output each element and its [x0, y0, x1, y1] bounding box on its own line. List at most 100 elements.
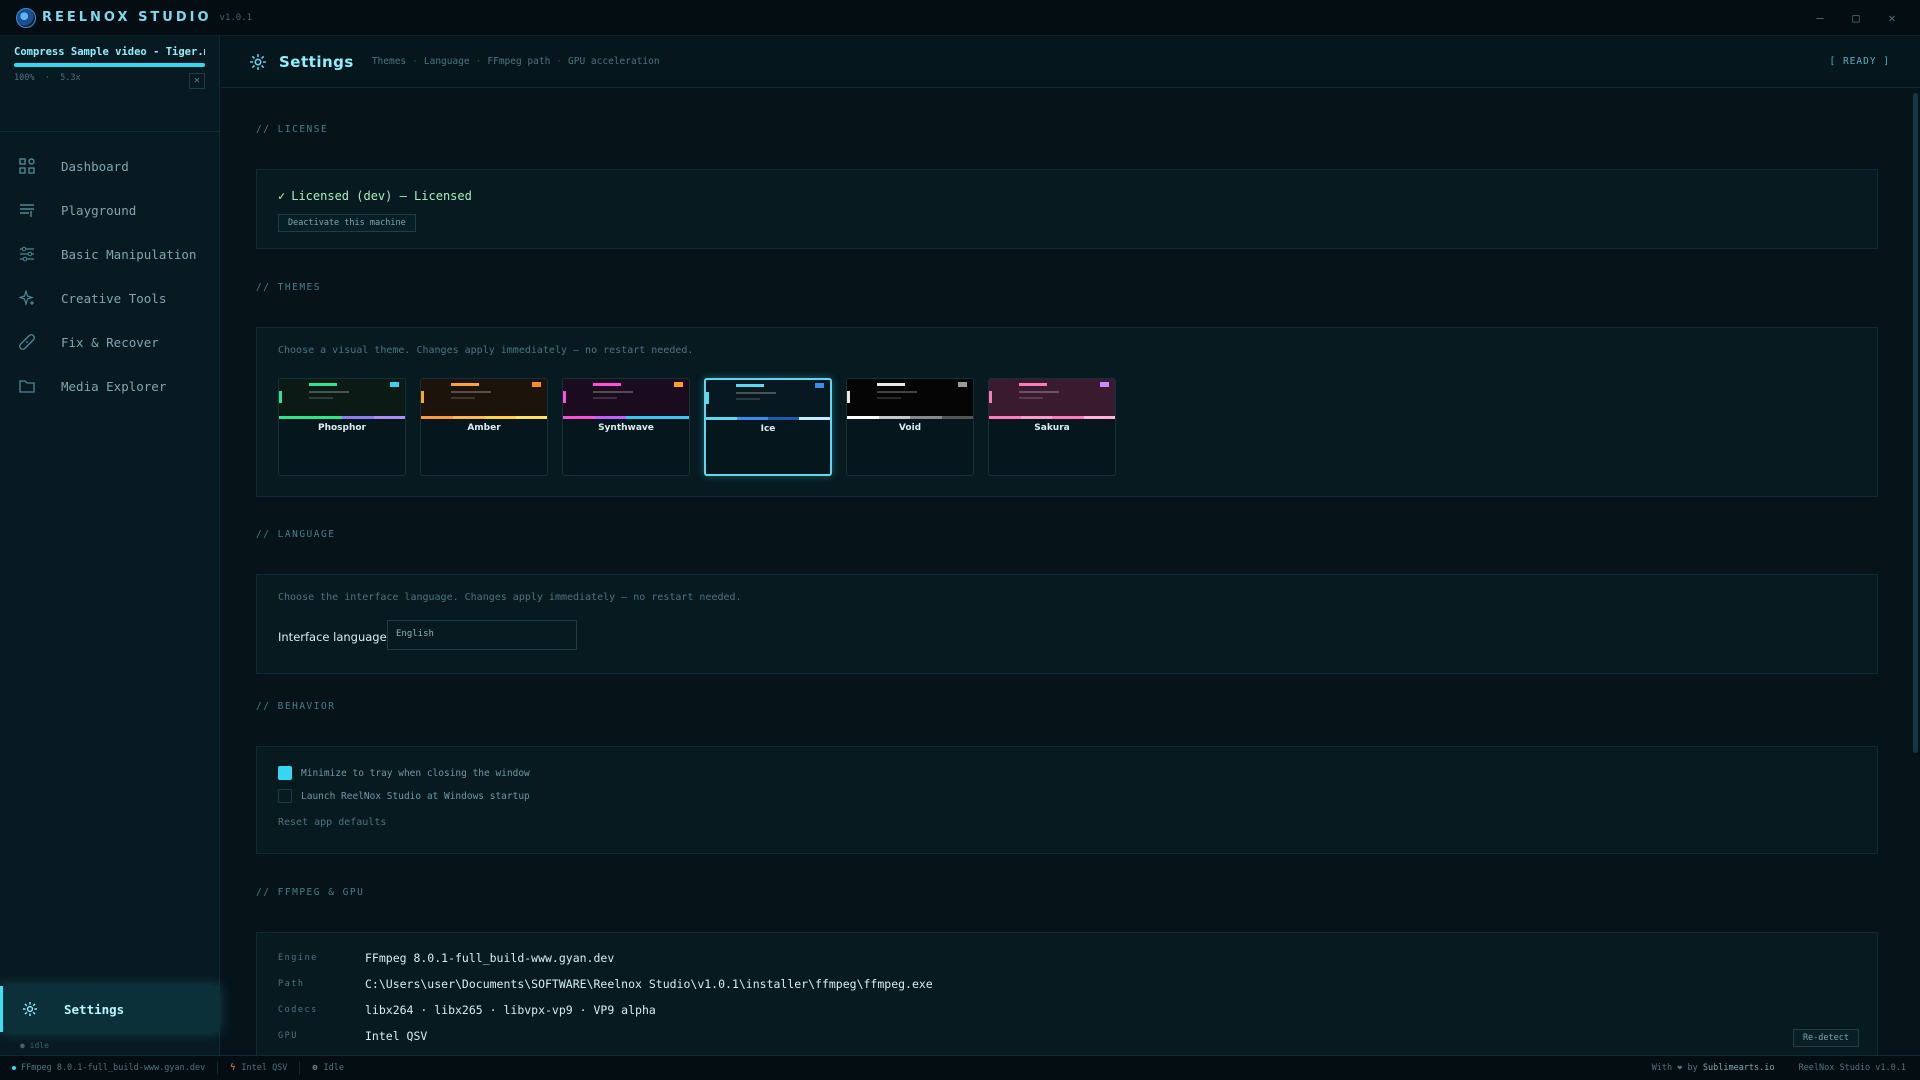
- behavior-card: Minimize to tray when closing the window…: [256, 746, 1878, 854]
- theme-card-ice[interactable]: Ice: [704, 378, 832, 476]
- theme-preview-line: [877, 397, 901, 399]
- theme-preview-badge: [958, 382, 967, 387]
- stripe-segment: [847, 416, 879, 419]
- theme-card-phosphor[interactable]: Phosphor: [278, 378, 406, 476]
- theme-preview-line: [877, 391, 917, 393]
- theme-card-amber[interactable]: Amber: [420, 378, 548, 476]
- ffmpeg-card: Engine FFmpeg 8.0.1-full_build-www.gyan.…: [256, 932, 1878, 1055]
- stripe-segment: [768, 417, 799, 420]
- theme-preview-badge: [674, 382, 683, 387]
- credit-prefix: With ❤ by: [1651, 1063, 1698, 1073]
- sidebar-item-label: Fix & Recover: [61, 334, 159, 350]
- statusbar-ffmpeg-text: FFmpeg 8.0.1-full_build-www.gyan.dev: [21, 1063, 206, 1073]
- stripe-segment: [910, 416, 942, 419]
- stripe-segment: [706, 417, 737, 420]
- codecs-key: Codecs: [278, 1005, 318, 1015]
- theme-card-synthwave[interactable]: Synthwave: [562, 378, 690, 476]
- sidebar-item-label: Dashboard: [61, 158, 129, 174]
- job-cancel-button[interactable]: ✕: [189, 73, 205, 89]
- gear-icon: [249, 53, 267, 71]
- theme-preview-accent: [563, 391, 566, 403]
- theme-preview-line: [1019, 397, 1043, 399]
- sparkle-icon: [18, 289, 36, 307]
- bolt-icon: ϟ: [230, 1063, 236, 1073]
- launch-at-startup-checkbox[interactable]: [278, 789, 292, 803]
- theme-name: Phosphor: [317, 423, 366, 433]
- theme-preview-line: [451, 391, 491, 393]
- idle-indicator: ● idle: [20, 1041, 49, 1050]
- grid-icon: [18, 157, 36, 175]
- theme-preview: [989, 379, 1115, 419]
- theme-card-sakura[interactable]: Sakura: [988, 378, 1116, 476]
- sidebar-item-dashboard[interactable]: Dashboard: [0, 144, 219, 188]
- breadcrumb-themes[interactable]: Themes: [372, 56, 406, 67]
- reset-defaults-link[interactable]: Reset app defaults: [278, 817, 386, 828]
- language-card: Choose the interface language. Changes a…: [256, 574, 1878, 674]
- scrollbar-thumb[interactable]: [1913, 93, 1918, 753]
- theme-name: Void: [898, 423, 922, 433]
- theme-preview-badge: [1100, 382, 1109, 387]
- theme-preview-stripe: [706, 417, 830, 420]
- theme-preview-line: [593, 397, 617, 399]
- close-window-button[interactable]: ✕: [1874, 11, 1910, 25]
- sidebar-item-label: Creative Tools: [61, 290, 167, 306]
- credit-link[interactable]: Sublimearts.io: [1703, 1063, 1775, 1073]
- theme-preview-line: [736, 384, 764, 387]
- deactivate-button[interactable]: Deactivate this machine: [278, 214, 416, 232]
- theme-preview-stripe: [279, 416, 405, 419]
- theme-preview-badge: [390, 382, 399, 387]
- theme-preview-line: [309, 397, 333, 399]
- check-icon: ✓: [278, 189, 286, 203]
- codecs-value: libx264 · libx265 · libvpx-vp9 · VP9 alp…: [365, 1003, 656, 1017]
- job-percent: 100%: [14, 73, 35, 83]
- theme-preview-stripe: [421, 416, 547, 419]
- breadcrumb-gpu[interactable]: GPU acceleration: [568, 56, 660, 67]
- statusbar-ffmpeg: FFmpeg 8.0.1-full_build-www.gyan.dev: [0, 1061, 219, 1075]
- settings-content: // LICENSE ✓ Licensed (dev) — Licensed De…: [221, 89, 1920, 1055]
- engine-row: Engine FFmpeg 8.0.1-full_build-www.gyan.…: [278, 951, 614, 965]
- stripe-segment: [941, 416, 973, 419]
- theme-preview-accent: [279, 391, 282, 403]
- license-status-text: Licensed (dev) — Licensed: [291, 189, 472, 203]
- theme-card-void[interactable]: Void: [846, 378, 974, 476]
- launch-at-startup-option[interactable]: Launch ReelNox Studio at Windows startup: [278, 789, 530, 803]
- license-heading: // LICENSE: [256, 124, 329, 135]
- status-badge: [ READY ]: [1829, 56, 1890, 67]
- theme-preview-line: [309, 391, 349, 393]
- sidebar-item-media-explorer[interactable]: Media Explorer: [0, 364, 219, 408]
- theme-preview-line: [309, 383, 337, 386]
- gpu-value: Intel QSV: [365, 1029, 428, 1043]
- redetect-button[interactable]: Re-detect: [1792, 1029, 1859, 1047]
- stripe-segment: [452, 416, 484, 419]
- app-version: v1.0.1: [219, 12, 253, 23]
- breadcrumb-ffmpeg-path[interactable]: FFmpeg path: [487, 56, 550, 67]
- stripe-segment: [737, 417, 768, 420]
- behavior-heading: // BEHAVIOR: [256, 701, 336, 712]
- sidebar-item-settings[interactable]: Settings: [0, 986, 220, 1032]
- stripe-segment: [484, 416, 516, 419]
- language-select[interactable]: English: [387, 620, 577, 650]
- app-version-footer: ReelNox Studio v1.0.1: [1798, 1063, 1906, 1073]
- breadcrumb-language[interactable]: Language: [424, 56, 470, 67]
- theme-preview-line: [877, 383, 905, 386]
- sidebar-item-creative-tools[interactable]: Creative Tools: [0, 276, 219, 320]
- maximize-button[interactable]: □: [1838, 11, 1874, 25]
- page-title: Settings: [279, 52, 354, 71]
- title-bar: REELNOX STUDIO v1.0.1 – □ ✕: [0, 0, 1920, 36]
- sliders-icon: [18, 245, 36, 263]
- path-value: C:\Users\user\Documents\SOFTWARE\Reelnox…: [365, 977, 933, 991]
- minimize-to-tray-checkbox[interactable]: [278, 766, 292, 780]
- minimize-to-tray-option[interactable]: Minimize to tray when closing the window: [278, 766, 530, 780]
- theme-name: Amber: [467, 423, 501, 433]
- minimize-to-tray-label: Minimize to tray when closing the window: [301, 767, 530, 779]
- sidebar-item-playground[interactable]: Playground: [0, 188, 219, 232]
- gear-icon: ⚙: [312, 1063, 318, 1073]
- theme-list: Phosphor Amber Synthwave Ice Void Sakura: [278, 378, 1116, 476]
- language-label: Interface language: [278, 630, 387, 644]
- minimize-button[interactable]: –: [1802, 11, 1838, 25]
- stripe-segment: [1083, 416, 1115, 419]
- sidebar-item-fix-recover[interactable]: Fix & Recover: [0, 320, 219, 364]
- stripe-segment: [563, 416, 595, 419]
- sidebar-item-basic-manipulation[interactable]: Basic Manipulation: [0, 232, 219, 276]
- engine-key: Engine: [278, 953, 318, 963]
